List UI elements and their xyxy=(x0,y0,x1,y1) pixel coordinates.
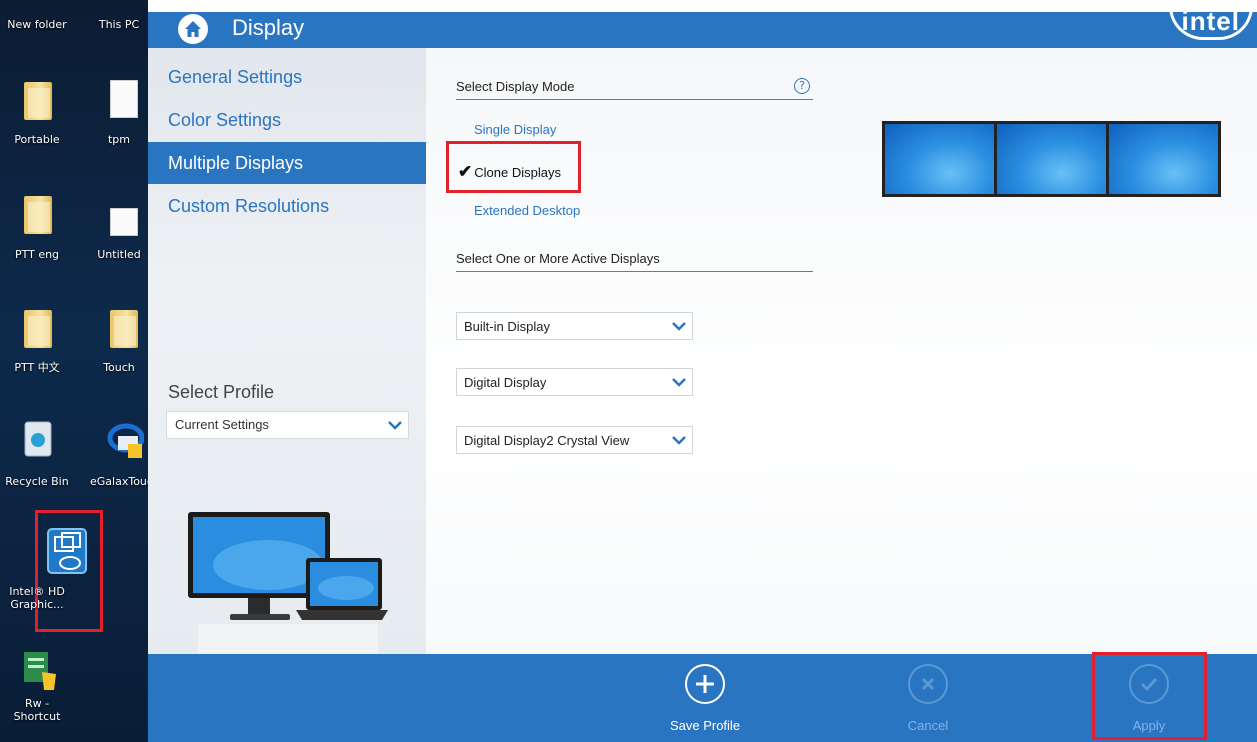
desktop-icon-label: This PC xyxy=(98,18,140,31)
mode-option-extended-desktop[interactable]: Extended Desktop xyxy=(474,203,580,218)
chevron-down-icon xyxy=(388,421,402,430)
active-displays-heading: Select One or More Active Displays xyxy=(456,251,813,272)
highlight-box-apply xyxy=(1092,652,1207,740)
nav-item-color-settings[interactable]: Color Settings xyxy=(148,99,426,141)
screen: New folder This PC Portable tpm PTT eng … xyxy=(0,0,1257,742)
desktop-icon-label: PTT eng xyxy=(14,248,60,261)
desktop-icon-label: tpm xyxy=(107,133,130,146)
preview-screen-2 xyxy=(997,124,1106,194)
desktop-icon-this-pc[interactable]: This PC xyxy=(90,18,148,31)
profile-dropdown-value: Current Settings xyxy=(175,417,269,432)
folder-icon xyxy=(24,196,52,234)
desktop-icon-label: Untitled xyxy=(97,248,141,261)
egalaxtouch-icon xyxy=(107,423,144,458)
display-dropdown-1[interactable]: Built-in Display xyxy=(456,312,693,340)
display-dropdown-value: Digital Display xyxy=(464,375,547,390)
page-title: Display xyxy=(232,15,305,40)
chevron-down-icon xyxy=(672,322,686,331)
profile-dropdown[interactable]: Current Settings xyxy=(166,411,409,439)
folder-icon xyxy=(110,310,138,348)
mode-option-single-display[interactable]: Single Display xyxy=(474,122,556,137)
preview-screen-3 xyxy=(1109,124,1218,194)
header: Display intel xyxy=(148,6,1257,48)
nav-item-multiple-displays[interactable]: Multiple Displays xyxy=(148,142,426,184)
rw-shortcut-icon xyxy=(24,652,56,690)
desktop-icon-ptt-eng[interactable]: PTT eng xyxy=(0,248,74,261)
display-dropdown-3[interactable]: Digital Display2 Crystal View xyxy=(456,426,693,454)
chevron-down-icon xyxy=(672,436,686,445)
desktop-icon-portable[interactable]: Portable xyxy=(0,133,74,146)
desktop-icon-label: PTT 中文 xyxy=(14,361,60,374)
close-icon xyxy=(908,664,948,704)
desktop-icon-label: Portable xyxy=(14,133,60,146)
desktop-icon-recycle-bin[interactable]: Recycle Bin xyxy=(0,475,74,488)
help-icon[interactable]: ? xyxy=(794,78,810,94)
mode-option-clone-displays[interactable]: ✔ Clone Displays xyxy=(458,162,561,182)
desktop-icon-label: Rw - Shortcut xyxy=(13,697,61,723)
checkmark-icon: ✔ xyxy=(458,162,473,181)
recycle-bin-icon xyxy=(24,421,52,457)
desktop-icon-label: Touch xyxy=(103,361,135,374)
desktop-icon-label: Recycle Bin xyxy=(5,475,69,488)
bottom-action-bar: Save Profile Cancel Apply xyxy=(148,652,1257,742)
desktop-icon-touch[interactable]: Touch xyxy=(90,361,148,374)
desktop-icon-egalaxtouch[interactable]: eGalaxTouch xyxy=(90,475,148,488)
folder-icon xyxy=(24,82,52,120)
top-band xyxy=(148,0,1257,12)
display-mode-heading: Select Display Mode xyxy=(456,79,813,100)
desktop-icon-ptt-zh[interactable]: PTT 中文 xyxy=(0,361,74,374)
left-panel: General Settings Color Settings Multiple… xyxy=(148,48,426,654)
cancel-button[interactable]: Cancel xyxy=(868,654,988,733)
cancel-label: Cancel xyxy=(907,718,949,733)
desktop-icon-label: New folder xyxy=(7,18,67,31)
desktop-icon-untitled[interactable]: Untitled xyxy=(90,248,148,261)
desktop-icon-tpm[interactable]: tpm xyxy=(90,133,148,146)
desktop-icon-label: eGalaxTouch xyxy=(90,475,148,488)
home-button[interactable] xyxy=(178,14,208,44)
image-file-icon xyxy=(110,208,138,236)
display-dropdown-value: Digital Display2 Crystal View xyxy=(464,433,630,448)
preview-screen-1 xyxy=(885,124,994,194)
nav-item-general-settings[interactable]: General Settings xyxy=(148,56,426,98)
select-profile-label: Select Profile xyxy=(168,382,275,402)
plus-icon xyxy=(685,664,725,704)
desktop-icon-new-folder[interactable]: New folder xyxy=(0,18,74,31)
display-dropdown-2[interactable]: Digital Display xyxy=(456,368,693,396)
folder-icon xyxy=(24,310,52,348)
main-content: Select Display Mode ? Single Display ✔ Cl… xyxy=(426,48,1257,654)
intel-graphics-icon xyxy=(47,528,87,574)
intel-logo: intel xyxy=(1168,6,1253,40)
nav-item-custom-resolutions[interactable]: Custom Resolutions xyxy=(148,185,426,227)
desktop-icon-label: Intel® HD Graphic... xyxy=(9,585,65,611)
chevron-down-icon xyxy=(672,378,686,387)
save-profile-button[interactable]: Save Profile xyxy=(645,654,765,733)
display-preview xyxy=(882,121,1221,197)
save-profile-label: Save Profile xyxy=(669,718,741,733)
desktop-icon-rw-shortcut[interactable]: Rw - Shortcut xyxy=(0,697,74,723)
mode-option-label: Clone Displays xyxy=(474,165,561,180)
desktop-icon-intel-hd-graphics[interactable]: Intel® HD Graphic... xyxy=(0,585,74,611)
monitor-laptop-illustration xyxy=(188,512,388,654)
desktop: New folder This PC Portable tpm PTT eng … xyxy=(0,0,148,742)
document-icon xyxy=(110,80,138,118)
display-dropdown-value: Built-in Display xyxy=(464,319,550,334)
home-icon xyxy=(185,21,201,37)
